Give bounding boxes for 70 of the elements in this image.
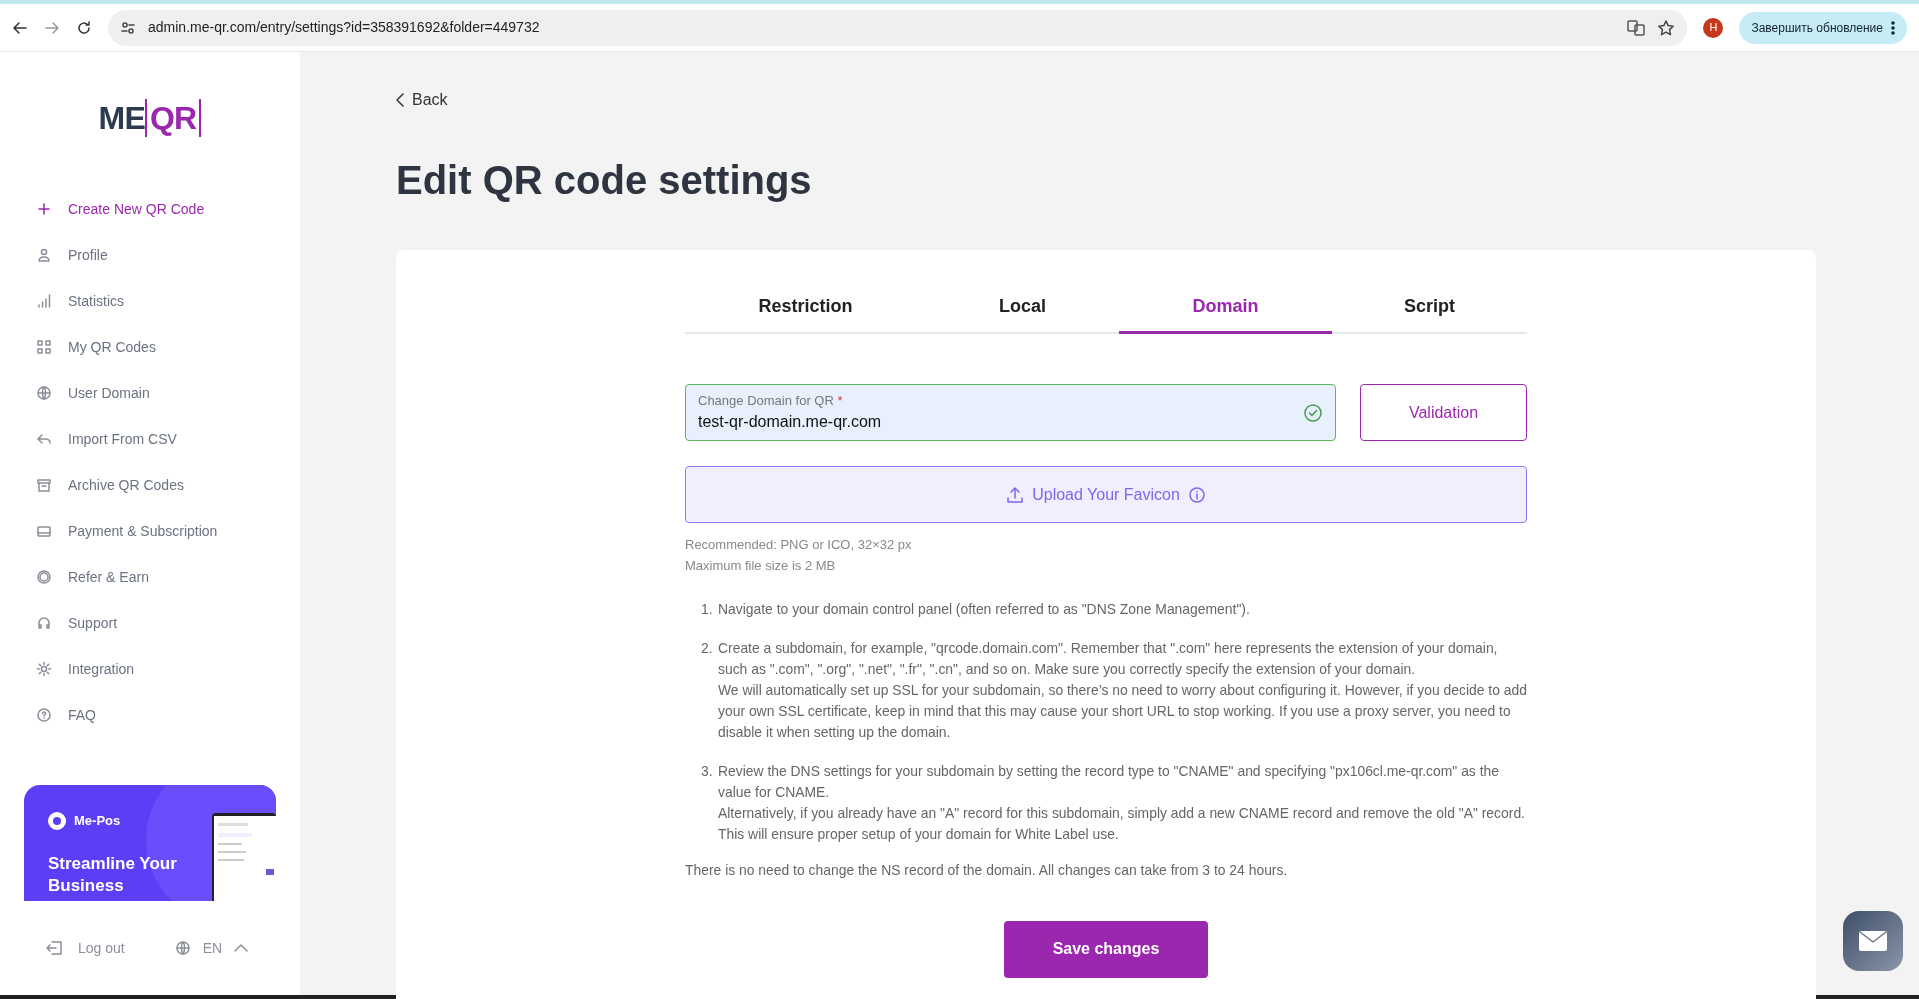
- tab[interactable]: Restriction: [685, 282, 926, 334]
- address-bar[interactable]: admin.me-qr.com/entry/settings?id=358391692&folder=449732: [108, 9, 1688, 46]
- sidebar-item[interactable]: FAQ: [36, 692, 96, 738]
- language-selector[interactable]: EN: [174, 937, 249, 959]
- save-button[interactable]: Save changes: [1004, 920, 1208, 978]
- step-number: 3.: [701, 762, 713, 781]
- star-icon: [1657, 18, 1676, 37]
- profile-avatar[interactable]: H: [1703, 17, 1724, 38]
- plus-icon: [36, 201, 52, 217]
- tab[interactable]: Script: [1332, 282, 1527, 334]
- chevron-left-icon: [396, 93, 404, 107]
- promo-banner[interactable]: Me-Pos Streamline Your Business: [24, 785, 276, 901]
- sidebar-item[interactable]: Integration: [36, 646, 135, 692]
- upload-icon: [1006, 485, 1025, 504]
- step-number: 1.: [701, 600, 713, 619]
- url-text: admin.me-qr.com/entry/settings?id=358391692&folder=449732: [148, 18, 541, 37]
- ring-icon: [48, 811, 66, 830]
- site-settings-icon: [120, 19, 136, 36]
- sidebar-item[interactable]: Refer & Earn: [36, 554, 149, 600]
- logout-icon: [46, 940, 64, 956]
- headset-icon: [36, 615, 52, 631]
- sidebar-item[interactable]: Support: [36, 600, 118, 646]
- sidebar-item[interactable]: Profile: [36, 232, 108, 278]
- person-icon: [36, 247, 52, 263]
- translate-icon: [1627, 18, 1646, 37]
- sidebar-item[interactable]: Statistics: [36, 278, 124, 324]
- reply-arrow-icon: [36, 431, 52, 447]
- bar-chart-icon: [36, 293, 52, 309]
- field-label: Change Domain for QR *: [698, 391, 844, 410]
- sidebar-item[interactable]: Import From CSV: [36, 416, 177, 462]
- reload-icon: [76, 19, 92, 36]
- instruction-text: Navigate to your domain control panel (often referred to as "DNS Zone Management").: [718, 600, 1250, 619]
- card-icon: [36, 523, 52, 539]
- sidebar-item[interactable]: Payment & Subscription: [36, 508, 218, 554]
- tab[interactable]: Domain: [1119, 282, 1332, 334]
- validation-button[interactable]: Validation: [1360, 384, 1527, 441]
- step-number: 2.: [701, 639, 713, 658]
- input-value: test-qr-domain.me-qr.com: [698, 412, 883, 433]
- info-text: There is no need to change the NS record of the domain. All changes can take from 3 to 24 hours.: [685, 861, 1289, 880]
- info-icon: [1187, 485, 1206, 504]
- upload-favicon-button[interactable]: Upload Your Favicon: [685, 466, 1527, 523]
- chevron-up-icon: [234, 943, 249, 953]
- brand-name: Me-Pos: [74, 812, 121, 830]
- instruction-text: Alternatively, if you already have an "A" record for this subdomain, simply add a new CNAME record and remove the old "A" record. This will ensure proper setup of your domain for White Label use.: [718, 804, 1526, 844]
- instruction-text: We will automatically set up SSL for your subdomain, so there’s no need to worry about configuring it. However, if you decide to add your own SSL certificate, keep in mind that this may cause your short URL to stop working. If you use a proxy server, you need to disable it when setting up the domain.: [718, 681, 1527, 742]
- globe-icon: [36, 385, 52, 401]
- instruction-text: Create a subdomain, for example, "qrcode.domain.com". Remember that ".com" here represents the extension of your domain, such as ".com", ".org", ".net", ".fr", ".cn", and so on. Make sure you correctly specify the extension of your domain.: [718, 639, 1499, 679]
- mail-button[interactable]: [1843, 911, 1903, 971]
- instruction-text: Review the DNS settings for your subdomain by setting the record type to "CNAME" and specifying "px106cl.me-qr.com" as the value for CNAME.: [718, 762, 1500, 802]
- more-icon: [1891, 20, 1895, 35]
- back-arrow-icon: [12, 19, 28, 36]
- hint-text: Maximum file size is 2 MB: [685, 557, 837, 574]
- back-link[interactable]: Back: [396, 88, 448, 112]
- archive-box-icon: [36, 477, 52, 493]
- update-button[interactable]: Завершить обновление: [1739, 11, 1907, 44]
- sidebar-item[interactable]: Archive QR Codes: [36, 462, 184, 508]
- domain-input-field[interactable]: Change Domain for QR * test-qr-domain.me-qr.com: [685, 384, 1336, 441]
- promo-headline: Streamline Your Business: [48, 853, 178, 897]
- logout-link[interactable]: Log out: [46, 937, 125, 959]
- page-title: Edit QR code settings: [396, 157, 813, 204]
- sidebar-item[interactable]: Create New QR Code: [36, 186, 205, 232]
- tab[interactable]: Local: [926, 282, 1119, 334]
- sidebar-item[interactable]: My QR Codes: [36, 324, 156, 370]
- forward-arrow-icon: [44, 19, 60, 36]
- globe-icon: [174, 940, 191, 956]
- envelope-icon: [1858, 930, 1888, 952]
- hint-text: Recommended: PNG or ICO, 32×32 px: [685, 536, 913, 553]
- help-icon: [36, 707, 52, 723]
- meqr-logo: MEQR: [98, 94, 202, 142]
- sidebar-item[interactable]: User Domain: [36, 370, 150, 416]
